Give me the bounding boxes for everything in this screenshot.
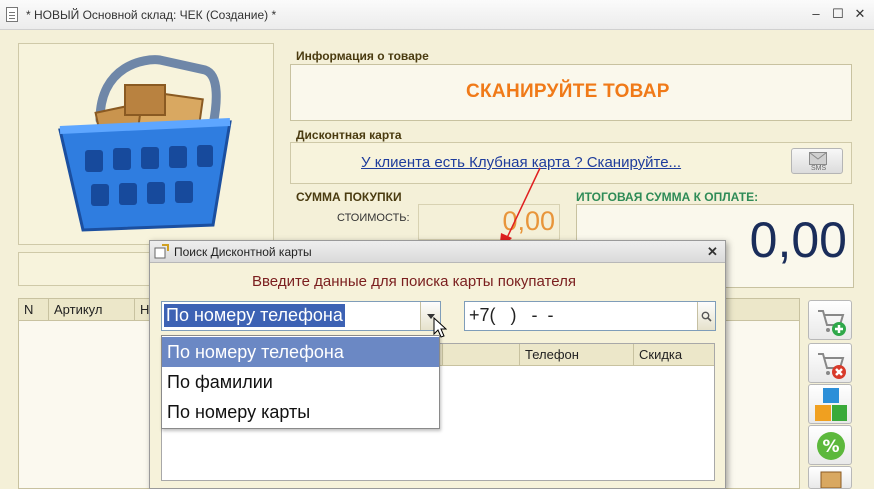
column-header-discount[interactable]: Скидка	[633, 344, 714, 366]
minimize-icon[interactable]: ‒	[808, 6, 824, 22]
results-column-divider	[442, 344, 519, 366]
maximize-icon[interactable]: ☐	[830, 6, 846, 22]
phone-input[interactable]: +7( ) - -	[464, 301, 716, 331]
search-icon	[701, 311, 712, 322]
total-sum-value: 0,00	[749, 212, 847, 268]
dialog-form-icon	[154, 244, 169, 259]
product-info-box: СКАНИРУЙТЕ ТОВАР	[290, 64, 852, 121]
product-info-title: Информация о товаре	[296, 49, 429, 63]
blocks-icon	[815, 388, 847, 421]
close-icon[interactable]: ✕	[852, 6, 868, 22]
phone-input-value: +7( ) - -	[469, 305, 554, 325]
window-title: * НОВЫЙ Основной склад: ЧЕК (Создание) *	[26, 8, 277, 22]
more-tools-button[interactable]	[808, 466, 852, 489]
dialog-close-icon[interactable]: ✕	[707, 244, 718, 260]
dialog-titlebar: Поиск Дисконтной карты ✕	[150, 241, 725, 263]
dialog-title: Поиск Дисконтной карты	[174, 245, 312, 259]
box-icon	[820, 471, 842, 488]
document-icon	[6, 7, 18, 22]
add-to-cart-button[interactable]	[808, 300, 852, 340]
window-titlebar: * НОВЫЙ Основной склад: ЧЕК (Создание) *…	[0, 0, 874, 30]
column-header-phone[interactable]: Телефон	[519, 344, 633, 366]
dropdown-option-surname[interactable]: По фамилии	[162, 367, 439, 397]
phone-search-button[interactable]	[697, 302, 715, 330]
shopping-basket-icon	[58, 55, 232, 232]
product-image-panel	[18, 43, 274, 245]
catalog-button[interactable]	[808, 384, 852, 424]
discount-card-search-dialog: Поиск Дисконтной карты ✕ Введите данные …	[149, 240, 726, 489]
search-mode-selected: По номеру телефона	[164, 304, 345, 327]
cart-add-icon	[818, 310, 846, 336]
discount-card-title: Дисконтная карта	[296, 128, 402, 142]
total-sum-title: ИТОГОВАЯ СУММА К ОПЛАТЕ:	[576, 190, 759, 204]
dialog-prompt: Введите данные для поиска карты покупате…	[252, 273, 576, 290]
search-mode-select[interactable]: По номеру телефона	[161, 301, 441, 331]
envelope-icon	[809, 152, 827, 165]
discount-card-box: У клиента есть Клубная карта ? Сканируйт…	[290, 142, 852, 184]
discount-button[interactable]: %	[808, 425, 852, 465]
dropdown-option-phone[interactable]: По номеру телефона	[162, 337, 439, 367]
sms-label: SMS	[811, 165, 827, 172]
scan-product-prompt: СКАНИРУЙТЕ ТОВАР	[466, 81, 670, 102]
sms-button[interactable]: SMS	[791, 148, 843, 174]
remove-from-cart-button[interactable]	[808, 343, 852, 383]
cost-label: СТОИМОСТЬ:	[337, 212, 410, 224]
barcode-field[interactable]	[18, 252, 158, 286]
percent-icon: %	[817, 432, 845, 460]
purchase-sum-title: СУММА ПОКУПКИ	[296, 190, 402, 204]
search-mode-dropdown: По номеру телефона По фамилии По номеру …	[161, 335, 440, 429]
cart-remove-icon	[818, 353, 846, 379]
column-header-article[interactable]: Артикул	[49, 299, 135, 321]
svg-text:%: %	[822, 437, 839, 457]
dropdown-option-card-number[interactable]: По номеру карты	[162, 397, 439, 427]
column-header-n[interactable]: N	[19, 299, 49, 321]
